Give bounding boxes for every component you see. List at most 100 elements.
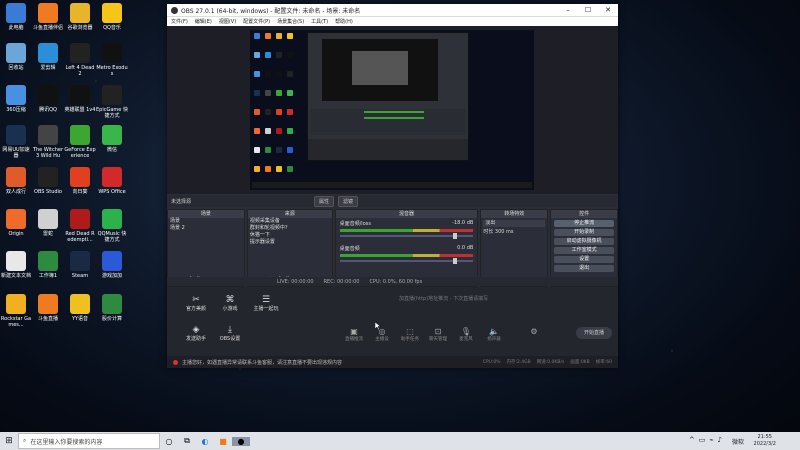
desktop-icon[interactable]: 回收站 <box>0 43 32 87</box>
desktop-icon[interactable]: 斗鱼直播伴侣 <box>32 3 64 47</box>
desktop-icon[interactable]: 此电脑 <box>0 3 32 47</box>
desktop-icon[interactable]: 股价计算 <box>96 294 128 338</box>
desktop-icon[interactable]: 360压缩 <box>0 85 32 129</box>
maximize-button[interactable]: ☐ <box>578 6 598 14</box>
menu-profile[interactable]: 配置文件(P) <box>243 18 270 25</box>
virtual-camera-button[interactable]: 启动虚拟摄像机 <box>554 238 614 245</box>
obs-taskbar-icon[interactable]: ● <box>232 436 250 446</box>
scenes-dock-title: 场景 <box>168 210 244 218</box>
send-assistant-tool[interactable]: ◈ 发送助手 <box>179 325 213 342</box>
desktop-icon[interactable]: QQMusic 快捷方式 <box>96 209 128 253</box>
desktop-icon[interactable]: The Witcher 3 Wild Hu <box>32 125 64 169</box>
host-setting-control[interactable]: ◎ 主播设 <box>369 327 395 342</box>
mixer-channel-2: 桌面音频 0.0 dB <box>340 245 474 252</box>
desktop-icon[interactable]: 新建文本文档 <box>0 251 32 295</box>
desktop-icon[interactable]: 工作簿1 <box>32 251 64 295</box>
menu-edit[interactable]: 编辑(E) <box>195 18 212 25</box>
desktop-icon[interactable]: Metro Exodus <box>96 43 128 87</box>
source-item[interactable]: 视频采集设备 <box>248 218 332 225</box>
desktop-icon-label: 英雄联盟 1v4 <box>64 107 96 113</box>
mini-game-tool[interactable]: ⌘ 小游戏 <box>213 295 247 312</box>
volume-slider[interactable] <box>339 233 474 239</box>
studio-mode-button[interactable]: 工作室模式 <box>554 247 614 254</box>
menu-tools[interactable]: 工具(T) <box>311 18 328 25</box>
play-together-tool[interactable]: ☰ 主播一起玩 <box>249 295 283 312</box>
desktop-icon[interactable]: 雷蛇 <box>32 209 64 253</box>
duration-input[interactable]: 300 ms <box>495 229 514 235</box>
desktop-icon[interactable]: YY语音 <box>64 294 96 338</box>
menu-file[interactable]: 文件(F) <box>171 18 188 25</box>
transition-select[interactable]: 淡出 <box>483 220 546 227</box>
desktop-icon[interactable]: Steam <box>64 251 96 295</box>
desktop-icon[interactable]: 英雄联盟 1v4 <box>64 85 96 129</box>
scene-item[interactable]: 场景 2 <box>168 225 244 232</box>
cortana-icon[interactable]: ○ <box>160 437 178 446</box>
desktop-icon[interactable]: WPS Office <box>96 167 128 211</box>
chat-manage-control[interactable]: ⊡ 聊天管理 <box>425 327 451 342</box>
controls-dock-title: 控件 <box>551 210 617 218</box>
obs-preview-area[interactable] <box>167 26 618 194</box>
douyu-taskbar-icon[interactable]: ■ <box>214 437 232 446</box>
transitions-dock-title: 转场特效 <box>481 210 548 218</box>
assistant-task-control[interactable]: ⬚ 助手任务 <box>397 327 423 342</box>
settings-button[interactable]: 设置 <box>554 256 614 263</box>
misc-icons[interactable]: ⚙ <box>521 327 547 336</box>
speaker-control[interactable]: 🔈 扬声器 <box>481 327 507 342</box>
source-item[interactable]: 提示器设置 <box>248 239 332 246</box>
taskbar-search-box[interactable]: ⌕ 在这里输入你要搜索的内容 <box>18 433 160 449</box>
app-icon <box>6 43 26 63</box>
list-icon: ☰ <box>261 295 271 305</box>
preview-desktop-icon <box>276 166 282 172</box>
desktop-icon[interactable]: 向日葵 <box>64 167 96 211</box>
stat-item: 内存:2.4GB <box>506 360 531 365</box>
desktop-icon[interactable]: GeForce Experience <box>64 125 96 169</box>
microphone-control[interactable]: 🎙 麦克风 <box>453 327 479 342</box>
start-recording-button[interactable]: 开始录制 <box>554 229 614 236</box>
camera-icon: ◎ <box>378 327 386 336</box>
menu-view[interactable]: 视图(V) <box>219 18 236 25</box>
preview-desktop-icon <box>276 128 282 134</box>
filters-button[interactable]: 滤镜 <box>337 195 358 207</box>
desktop-icon-label: Left 4 Dead 2 <box>65 65 95 77</box>
desktop-icon[interactable]: EpicGame 快捷方式 <box>96 85 128 129</box>
menu-help[interactable]: 帮助(H) <box>335 18 353 25</box>
desktop-icon[interactable]: Rockstar Games... <box>0 294 32 338</box>
system-clock[interactable]: 21:55 2022/3/2 <box>754 434 776 448</box>
desktop-icon[interactable]: 游戏加加 <box>96 251 128 295</box>
desktop-icon[interactable]: Red Dead Redempti... <box>64 209 96 253</box>
close-button[interactable]: ✕ <box>598 6 618 14</box>
stream-push-control[interactable]: ▣ 直播推流 <box>341 327 367 342</box>
start-live-button[interactable]: 开始直播 <box>576 327 612 339</box>
task-view-icon[interactable]: ⧉ <box>178 436 196 446</box>
volume-slider[interactable] <box>339 258 474 264</box>
stop-streaming-button[interactable]: 停止推流 <box>554 220 614 227</box>
desktop-icon[interactable]: Left 4 Dead 2 <box>64 43 96 87</box>
windows-start-button[interactable]: ⊞ <box>0 436 18 446</box>
tray-icons[interactable]: ^▭⌁♪ <box>689 436 726 444</box>
desktop-icon[interactable]: 斗鱼直播 <box>32 294 64 338</box>
app-icon <box>102 251 122 271</box>
desktop-icon[interactable]: Origin <box>0 209 32 253</box>
desktop-icon[interactable]: 腾讯QQ <box>32 85 64 129</box>
ime-indicator[interactable]: 微软 <box>732 437 744 446</box>
desktop-icon[interactable]: 爱剪辑 <box>32 43 64 87</box>
desktop-icon[interactable]: 网易UU加速器 <box>0 125 32 169</box>
source-toolbar: 未选择源 属性 滤镜 <box>167 195 618 207</box>
minimize-button[interactable]: – <box>558 6 578 14</box>
exit-button[interactable]: 退出 <box>554 265 614 272</box>
menu-scene-collection[interactable]: 场景集合(S) <box>277 18 304 25</box>
beauty-tool[interactable]: ✂ 官方美颜 <box>179 295 213 312</box>
source-item[interactable]: 群封和轮视频中? <box>248 225 332 232</box>
edge-browser-icon[interactable]: ◐ <box>196 437 214 446</box>
desktop-icon[interactable]: 双人成行 <box>0 167 32 211</box>
desktop-icon[interactable]: OBS Studio <box>32 167 64 211</box>
source-item[interactable]: 休猫一下 <box>248 232 332 239</box>
properties-button[interactable]: 属性 <box>313 195 334 207</box>
scene-item[interactable]: 场景 <box>168 218 244 225</box>
preview-desktop-icon <box>287 147 293 153</box>
desktop-icon[interactable]: 谷歌浏览器 <box>64 3 96 47</box>
desktop-icon[interactable]: QQ音乐 <box>96 3 128 47</box>
desktop-icon[interactable]: 微信 <box>96 125 128 169</box>
stream-hint-text: 加直播(http)地址推流 - 下次直播请填写 <box>399 296 489 302</box>
obs-settings-tool[interactable]: ⤓ OBS设置 <box>213 325 247 342</box>
